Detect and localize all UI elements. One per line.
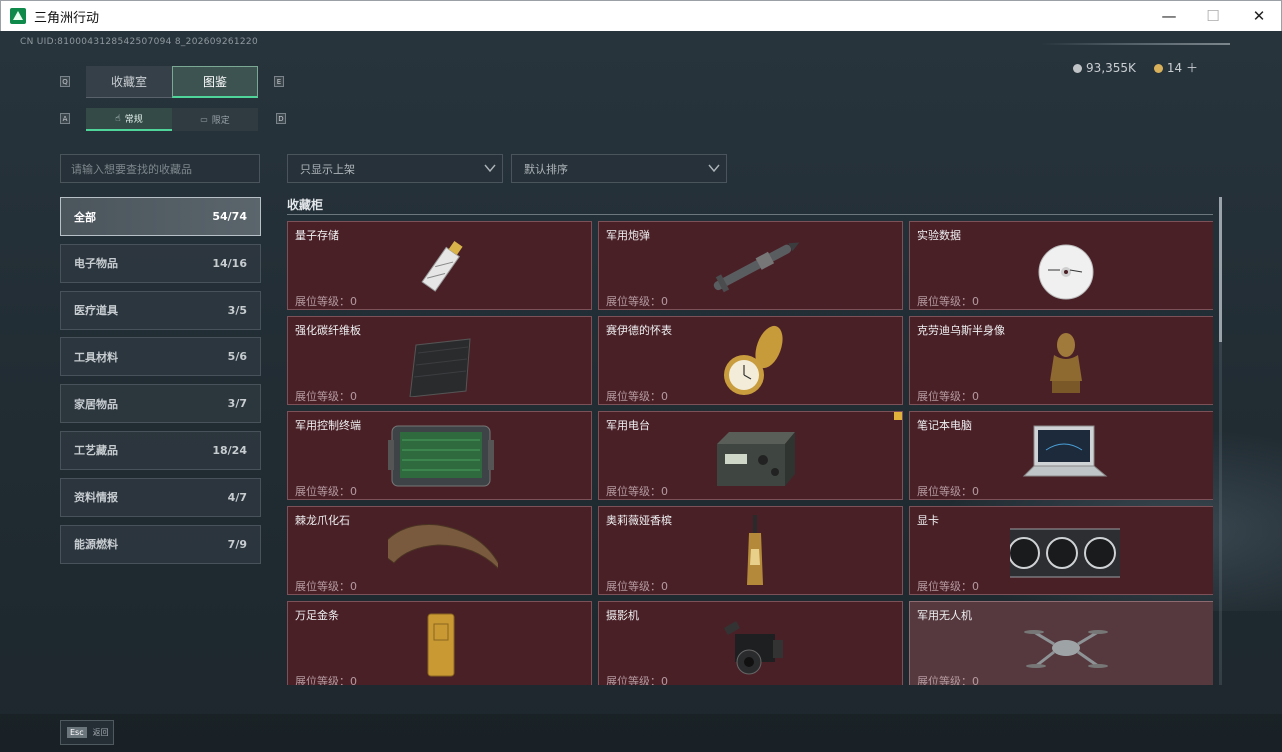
scrollbar-thumb[interactable] xyxy=(1219,197,1222,342)
silver-coin-icon xyxy=(1073,63,1083,73)
esc-key-hint: Esc xyxy=(67,727,87,738)
tab-collection-room[interactable]: 收藏室 xyxy=(86,66,172,98)
camera-icon xyxy=(723,621,783,675)
key-hint-q: Q xyxy=(60,76,70,87)
section-title: 收藏柜 xyxy=(287,198,324,212)
sub-tabs: ☝ 常规 ▭ 限定 xyxy=(86,108,258,131)
category-crafts[interactable]: 工艺藏品 18/24 xyxy=(60,430,261,470)
category-household[interactable]: 家居物品 3/7 xyxy=(60,384,261,424)
chevron-down-icon xyxy=(708,164,720,173)
key-hint-d: D xyxy=(276,113,286,124)
chevron-down-icon xyxy=(484,164,496,173)
collection-item-military-drone[interactable]: 军用无人机 展位等级：0 xyxy=(909,601,1213,685)
gold-currency[interactable]: 14 ＋ xyxy=(1153,59,1198,76)
collection-item-graphics-card[interactable]: 显卡 展位等级：0 xyxy=(909,506,1213,595)
laptop-icon xyxy=(1022,425,1108,477)
collection-item-military-shell[interactable]: 军用炮弹 展位等级：0 xyxy=(598,221,903,310)
subtab-regular[interactable]: ☝ 常规 xyxy=(86,108,172,131)
search-input[interactable]: 请输入想要查找的收藏品 xyxy=(60,154,260,183)
category-electronics[interactable]: 电子物品 14/16 xyxy=(60,243,261,283)
minimize-button[interactable]: — xyxy=(1146,1,1192,31)
currency-display: 93,355K 14 ＋ xyxy=(1073,59,1198,76)
app-logo-icon xyxy=(10,8,26,24)
collection-item-military-radio[interactable]: 军用电台 展位等级：0 xyxy=(598,411,903,500)
card-icon: ▭ xyxy=(200,115,208,124)
radio-icon xyxy=(717,432,795,486)
collection-item-carbon-plate[interactable]: 强化碳纤维板 展位等级：0 xyxy=(287,316,592,405)
shelf-filter-dropdown[interactable]: 只显示上架 xyxy=(287,154,503,183)
collection-item-claudius-bust[interactable]: 克劳迪乌斯半身像 展位等级：0 xyxy=(909,316,1213,405)
collection-item-champagne[interactable]: 奥莉薇娅香槟 展位等级：0 xyxy=(598,506,903,595)
collection-grid: 量子存储 展位等级：0 军用炮弹 展位等级：0 实验数据 展位等级：0 强化碳纤… xyxy=(287,221,1213,685)
category-intel[interactable]: 资料情报 4/7 xyxy=(60,477,261,517)
category-tools[interactable]: 工具材料 5/6 xyxy=(60,337,261,377)
key-hint-e: E xyxy=(274,76,284,87)
collection-item-camera[interactable]: 摄影机 展位等级：0 xyxy=(598,601,903,685)
missile-icon xyxy=(713,242,800,293)
window-title: 三角洲行动 xyxy=(34,10,100,26)
silver-currency: 93,355K xyxy=(1073,61,1136,75)
drone-icon xyxy=(1024,630,1108,668)
hand-icon: ☝ xyxy=(115,113,121,124)
disc-icon xyxy=(1038,244,1094,300)
carbon-plate-icon xyxy=(409,338,471,397)
decorative-line xyxy=(1040,43,1230,45)
graphics-card-icon xyxy=(1010,528,1120,578)
category-medical[interactable]: 医疗道具 3/5 xyxy=(60,290,261,330)
main-tabs: 收藏室 图鉴 xyxy=(86,66,258,98)
bust-icon xyxy=(1050,333,1082,393)
collection-item-pocket-watch[interactable]: 赛伊德的怀表 展位等级：0 xyxy=(598,316,903,405)
collection-item-laptop[interactable]: 笔记本电脑 展位等级：0 xyxy=(909,411,1213,500)
maximize-button[interactable]: ☐ xyxy=(1190,1,1236,31)
new-badge xyxy=(894,412,902,420)
collection-item-gold-bar[interactable]: 万足金条 展位等级：0 xyxy=(287,601,592,685)
bottom-bar xyxy=(0,714,1282,752)
pocket-watch-icon xyxy=(724,325,783,395)
player-uid: CN UID:8100043128542507094 8_20260926122… xyxy=(20,37,258,47)
subtab-limited[interactable]: ▭ 限定 xyxy=(172,108,258,131)
sort-dropdown[interactable]: 默认排序 xyxy=(511,154,727,183)
gold-bar-icon xyxy=(427,613,455,677)
window-titlebar: 三角洲行动 — ☐ ✕ xyxy=(0,0,1282,31)
tablet-terminal-icon xyxy=(388,425,494,487)
tab-codex[interactable]: 图鉴 xyxy=(172,66,258,98)
key-hint-a: A xyxy=(60,113,70,124)
collection-screen: CN UID:8100043128542507094 8_20260926122… xyxy=(0,31,1282,752)
back-button[interactable]: Esc 返回 xyxy=(60,720,114,745)
collection-item-experiment-data[interactable]: 实验数据 展位等级：0 xyxy=(909,221,1213,310)
champagne-icon xyxy=(747,515,763,585)
collection-item-control-terminal[interactable]: 军用控制终端 展位等级：0 xyxy=(287,411,592,500)
collection-item-quantum-storage[interactable]: 量子存储 展位等级：0 xyxy=(287,221,592,310)
category-energy[interactable]: 能源燃料 7/9 xyxy=(60,524,261,564)
category-all[interactable]: 全部 54/74 xyxy=(60,197,261,236)
close-button[interactable]: ✕ xyxy=(1236,1,1282,31)
claw-fossil-icon xyxy=(388,524,498,569)
section-divider xyxy=(287,214,1213,215)
gold-coin-icon xyxy=(1153,64,1163,73)
category-list: 全部 54/74 电子物品 14/16 医疗道具 3/5 工具材料 5/6 家居物品 3/… xyxy=(60,197,261,571)
collection-item-claw-fossil[interactable]: 棘龙爪化石 展位等级：0 xyxy=(287,506,592,595)
usb-drive-icon xyxy=(421,241,463,292)
